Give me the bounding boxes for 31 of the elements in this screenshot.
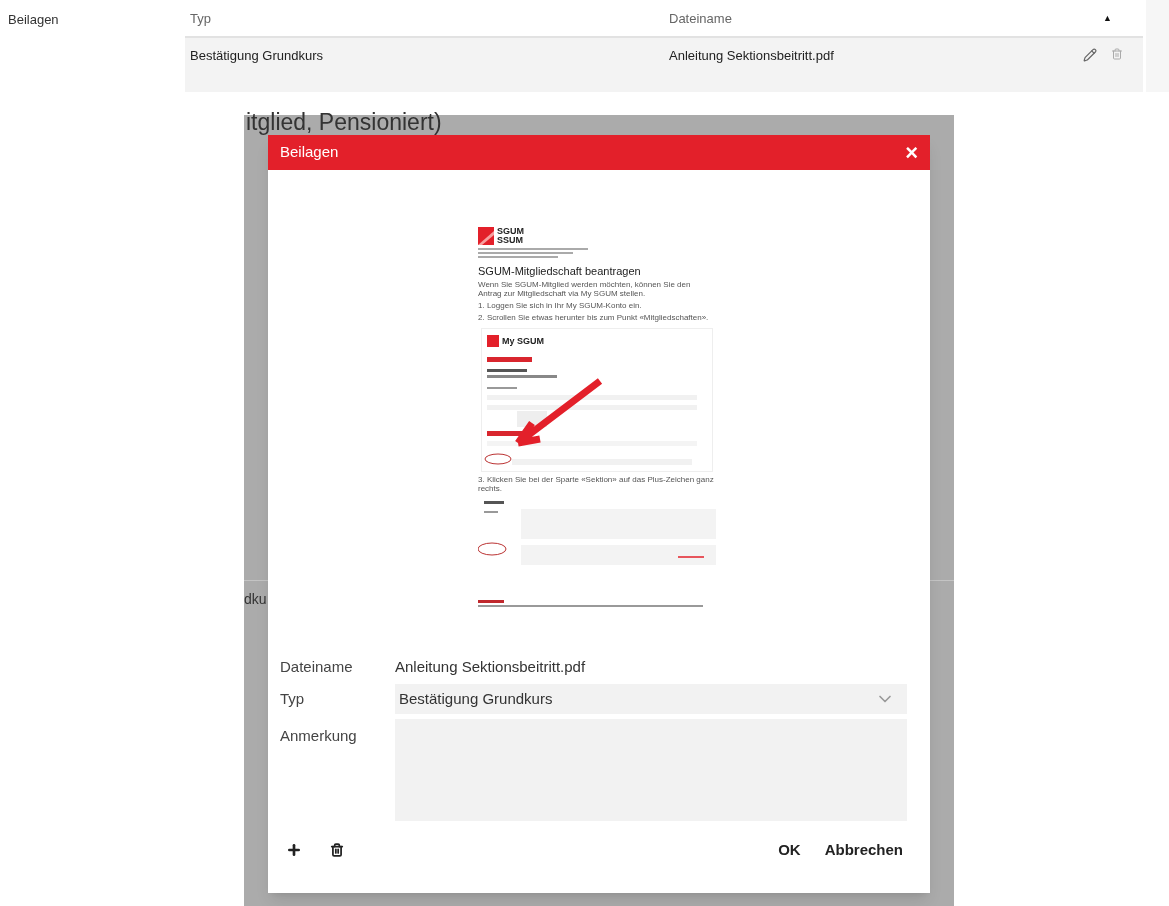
document-paragraph: 2. Scrollen Sie etwas herunter bis zum Punkt «Mitgliedschaften».: [478, 313, 710, 322]
field-label: Dateiname: [280, 656, 354, 677]
logo-icon: [487, 335, 499, 347]
field-label: Typ: [280, 688, 306, 709]
background-text: itglied, Pensioniert): [245, 111, 443, 133]
field-label: Anmerkung: [280, 726, 358, 746]
logo-text: SSUM: [497, 236, 524, 245]
trash-icon[interactable]: [330, 843, 344, 858]
close-button[interactable]: ×: [905, 141, 918, 164]
sort-indicator[interactable]: ▲: [1103, 11, 1143, 28]
add-icon[interactable]: [286, 842, 302, 859]
logo-icon: [478, 227, 494, 245]
table-cell-text: Bestätigung Grundkurs: [189, 47, 324, 65]
logo-text: SGUM: [497, 227, 524, 236]
column-header[interactable]: Dateiname: [669, 8, 1103, 28]
field-value: Anleitung Sektionsbeitritt.pdf: [395, 656, 586, 677]
type-select[interactable]: Bestätigung Grundkurs: [395, 684, 907, 714]
background-text: dku: [244, 590, 268, 609]
document-paragraph: 1. Loggen Sie sich in Ihr My SGUM-Konto ein.: [478, 301, 643, 310]
section-label: Beilagen: [7, 11, 60, 29]
dialog-button[interactable]: OK: [778, 839, 801, 862]
document-heading: SGUM-Mitgliedschaft beantragen: [478, 265, 642, 277]
document-paragraph: 3. Klicken Sie bei der Sparte «Sektion» auf das Plus-Zeichen ganz rechts.: [478, 475, 715, 493]
dialog-title: Beilagen: [280, 142, 339, 163]
app-logo-text: My SGUM: [502, 336, 544, 346]
column-header[interactable]: Typ: [185, 8, 669, 28]
edit-icon[interactable]: [1083, 48, 1097, 62]
document-paragraph: Wenn Sie SGUM-Mitglied werden möchten, können Sie den Antrag zur Mitgliedschaft via My SGUM stellen.: [478, 280, 692, 298]
table-row[interactable]: Bestätigung Grundkurs Anleitung Sektionsbeitritt.pdf: [185, 38, 1143, 92]
dialog-button[interactable]: Abbrechen: [824, 839, 903, 862]
table-cell-text: Anleitung Sektionsbeitritt.pdf: [669, 47, 835, 65]
